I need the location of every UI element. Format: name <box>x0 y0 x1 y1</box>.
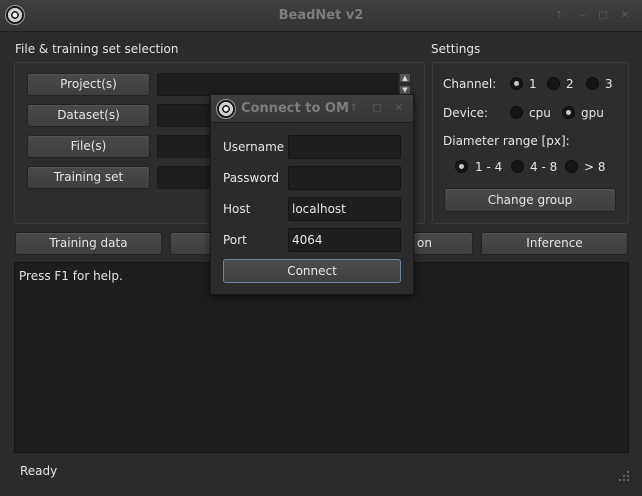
keep-above-icon[interactable]: ↑ <box>552 9 566 23</box>
diameter-gt-8-radio[interactable] <box>565 160 578 173</box>
files-button[interactable]: File(s) <box>27 135 150 158</box>
password-label: Password <box>223 171 280 185</box>
diameter-gt-8-label: > 8 <box>584 160 606 174</box>
projects-field[interactable] <box>157 73 398 96</box>
device-gpu-label: gpu <box>581 106 604 120</box>
inference-button[interactable]: Inference <box>481 232 628 255</box>
device-gpu-radio[interactable] <box>562 106 575 119</box>
channel-1-label: 1 <box>529 77 537 91</box>
maximize-icon[interactable]: □ <box>596 9 610 23</box>
training-data-button[interactable]: Training data <box>15 232 162 255</box>
password-input[interactable] <box>288 166 401 190</box>
connect-button[interactable]: Connect <box>223 259 401 283</box>
hidden-button-left[interactable] <box>170 232 212 255</box>
training-set-field[interactable] <box>157 166 212 189</box>
channel-label: Channel: <box>443 77 497 91</box>
port-label: Port <box>223 233 247 247</box>
port-input[interactable]: 4064 <box>288 228 401 252</box>
connect-dialog: Connect to OM ↑ □ ✕ Username Password Ho… <box>210 94 414 295</box>
minimize-icon[interactable]: – <box>576 9 590 23</box>
dialog-title: Connect to OM <box>241 101 349 116</box>
datasets-field[interactable] <box>157 104 212 127</box>
dialog-close-icon[interactable]: ✕ <box>392 102 406 116</box>
channel-3-radio[interactable] <box>586 77 599 90</box>
username-label: Username <box>223 140 285 154</box>
file-section-title: File & training set selection <box>15 42 179 56</box>
dialog-maximize-icon[interactable]: □ <box>370 102 384 116</box>
device-label: Device: <box>443 106 489 120</box>
status-text: Ready <box>20 464 58 478</box>
scroll-up-icon[interactable]: ▲ <box>399 73 411 83</box>
diameter-label: Diameter range [px]: <box>443 134 570 148</box>
channel-1-radio[interactable] <box>510 77 523 90</box>
console-text: Press F1 for help. <box>19 269 123 283</box>
username-input[interactable] <box>288 135 401 159</box>
channel-2-label: 2 <box>566 77 574 91</box>
diameter-4-8-label: 4 - 8 <box>530 160 558 174</box>
training-set-button[interactable]: Training set <box>27 166 150 189</box>
window-title: BeadNet v2 <box>278 8 364 23</box>
datasets-button[interactable]: Dataset(s) <box>27 104 150 127</box>
diameter-1-4-radio[interactable] <box>455 160 468 173</box>
device-cpu-radio[interactable] <box>510 106 523 119</box>
projects-button[interactable]: Project(s) <box>27 73 150 96</box>
diameter-4-8-radio[interactable] <box>511 160 524 173</box>
dialog-logo-icon <box>216 99 236 119</box>
device-cpu-label: cpu <box>529 106 551 120</box>
hidden-button-right[interactable]: on <box>413 232 473 255</box>
settings-title: Settings <box>431 42 481 56</box>
dialog-keep-above-icon[interactable]: ↑ <box>347 102 361 116</box>
host-input[interactable]: localhost <box>288 197 401 221</box>
channel-3-label: 3 <box>605 77 613 91</box>
change-group-button[interactable]: Change group <box>444 188 616 212</box>
channel-2-radio[interactable] <box>547 77 560 90</box>
files-field[interactable] <box>157 135 212 158</box>
close-icon[interactable]: ✕ <box>618 9 632 23</box>
resize-grip-icon[interactable] <box>618 470 630 482</box>
diameter-1-4-label: 1 - 4 <box>475 160 503 174</box>
host-label: Host <box>223 202 251 216</box>
